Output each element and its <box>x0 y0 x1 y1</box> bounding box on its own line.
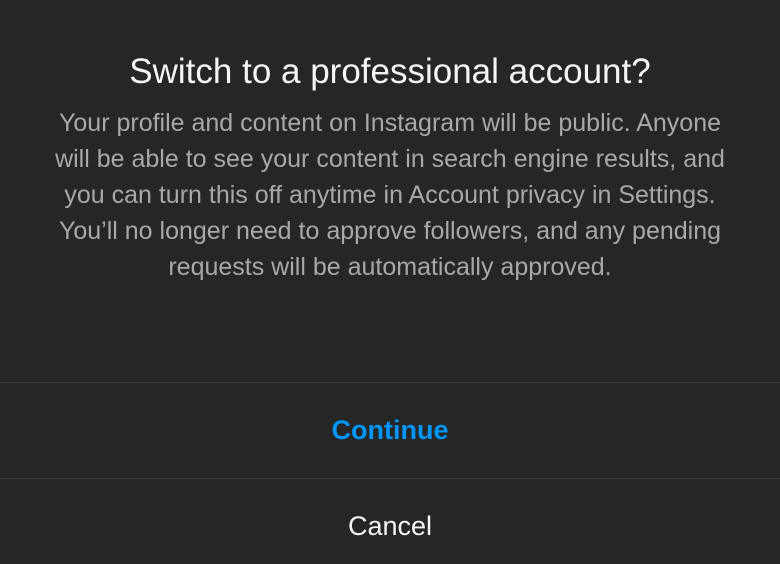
continue-button[interactable]: Continue <box>0 383 780 478</box>
switch-account-dialog: Switch to a professional account? Your p… <box>0 0 780 564</box>
cancel-button[interactable]: Cancel <box>0 479 780 564</box>
dialog-header: Switch to a professional account? Your p… <box>0 0 780 382</box>
dialog-message: Your profile and content on Instagram wi… <box>55 109 725 281</box>
dialog-title: Switch to a professional account? <box>129 52 651 91</box>
